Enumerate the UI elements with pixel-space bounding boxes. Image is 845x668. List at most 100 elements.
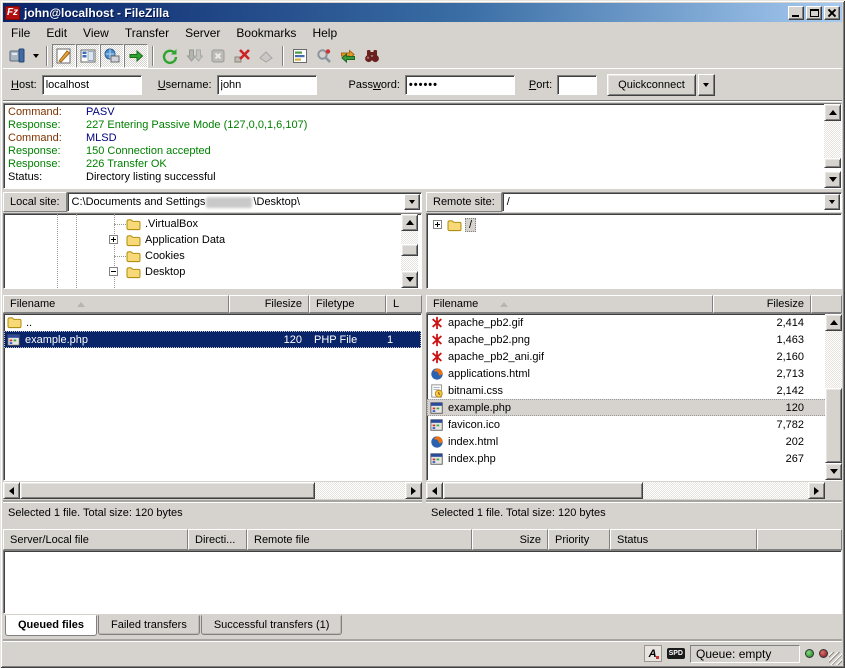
expand-plus-icon[interactable] [433, 220, 442, 229]
scroll-down-button[interactable] [825, 463, 842, 480]
file-row[interactable]: favicon.ico 7,782 [427, 416, 841, 433]
site-manager-dropdown[interactable] [29, 44, 42, 68]
column-status[interactable]: Status [610, 529, 757, 550]
scroll-thumb[interactable] [401, 244, 418, 256]
file-row[interactable]: index.php 267 [427, 450, 841, 467]
toggle-message-log-button[interactable] [52, 44, 76, 68]
menu-help[interactable]: Help [304, 24, 345, 42]
host-input[interactable] [42, 75, 142, 95]
quickconnect-dropdown[interactable] [698, 74, 715, 96]
username-label: Username: [158, 79, 212, 91]
remote-file-list[interactable]: apache_pb2.gif 2,414 apache_pb2.png 1,46… [426, 313, 842, 481]
column-direction[interactable]: Directi... [188, 529, 247, 550]
scroll-left-button[interactable] [3, 482, 20, 499]
column-filename[interactable]: Filename [426, 295, 713, 313]
remote-horizontal-scrollbar[interactable] [426, 482, 825, 499]
disconnect-button[interactable] [230, 44, 254, 68]
site-manager-button[interactable] [5, 44, 29, 68]
tree-item-root[interactable]: / [427, 217, 841, 233]
quickconnect-button[interactable]: Quickconnect [607, 74, 696, 96]
menu-server[interactable]: Server [177, 24, 228, 42]
data-type-indicator-icon[interactable]: A [644, 645, 662, 662]
menu-bookmarks[interactable]: Bookmarks [228, 24, 304, 42]
column-lastmodified[interactable]: L [386, 295, 422, 313]
menu-transfer[interactable]: Transfer [117, 24, 177, 42]
collapse-minus-icon[interactable] [109, 267, 118, 276]
close-button[interactable] [824, 6, 840, 20]
scroll-left-button[interactable] [426, 482, 443, 499]
expand-plus-icon[interactable] [109, 235, 118, 244]
file-row-example-php[interactable]: example.php 120 PHP File 1 [4, 331, 421, 348]
toggle-remote-tree-button[interactable] [100, 44, 124, 68]
remote-directory-tree[interactable]: / [426, 213, 842, 289]
scroll-up-button[interactable] [824, 104, 841, 121]
reconnect-button[interactable] [254, 44, 278, 68]
menu-file[interactable]: File [3, 24, 38, 42]
minimize-button[interactable] [788, 6, 804, 20]
column-remote-file[interactable]: Remote file [247, 529, 472, 550]
local-directory-tree[interactable]: .VirtualBox Application Data Cookies Des… [3, 213, 422, 289]
username-input[interactable] [217, 75, 317, 95]
tab-successful-transfers[interactable]: Successful transfers (1) [201, 615, 343, 635]
toggle-transfer-queue-button[interactable] [124, 44, 148, 68]
local-site-combo-dropdown[interactable] [404, 194, 420, 210]
local-site-combo[interactable]: C:\Documents and Settings\Desktop\ [67, 192, 422, 212]
column-server-local-file[interactable]: Server/Local file [3, 529, 188, 550]
remote-site-combo[interactable]: / [502, 192, 842, 212]
tree-item-virtualbox[interactable]: .VirtualBox [4, 216, 421, 232]
file-row-example-php[interactable]: example.php 120 [427, 399, 841, 416]
cancel-button[interactable] [206, 44, 230, 68]
resize-grip[interactable] [829, 652, 842, 665]
tree-item-application-data[interactable]: Application Data [4, 232, 421, 248]
port-input[interactable] [557, 75, 597, 95]
scroll-up-button[interactable] [825, 314, 842, 331]
directory-listing-filters-button[interactable] [288, 44, 312, 68]
tab-failed-transfers[interactable]: Failed transfers [98, 615, 200, 635]
scroll-down-button[interactable] [824, 171, 841, 188]
file-row[interactable]: apache_pb2_ani.gif 2,160 [427, 348, 841, 365]
titlebar[interactable]: Fz john@localhost - FileZilla [3, 3, 842, 22]
tab-queued-files[interactable]: Queued files [5, 615, 97, 636]
column-filetype[interactable]: Filetype [309, 295, 386, 313]
process-queue-button[interactable] [182, 44, 206, 68]
speed-limit-indicator-icon[interactable]: SPD [667, 648, 685, 659]
column-priority[interactable]: Priority [548, 529, 610, 550]
file-row-parent[interactable]: .. [4, 314, 421, 331]
scroll-up-button[interactable] [401, 214, 418, 231]
refresh-button[interactable] [158, 44, 182, 68]
column-filesize[interactable]: Filesize [713, 295, 811, 313]
local-file-list[interactable]: .. example.php 120 PHP File 1 [3, 313, 422, 481]
password-input[interactable] [405, 75, 515, 95]
file-row[interactable]: bitnami.css 2,142 [427, 382, 841, 399]
toggle-local-tree-button[interactable] [76, 44, 100, 68]
arrow-right-icon [411, 487, 416, 495]
toolbar-separator [282, 46, 284, 66]
scroll-thumb[interactable] [824, 158, 841, 168]
find-files-button[interactable] [360, 44, 384, 68]
directory-comparison-button[interactable] [312, 44, 336, 68]
column-filename[interactable]: Filename [3, 295, 229, 313]
column-filesize[interactable]: Filesize [229, 295, 309, 313]
local-horizontal-scrollbar[interactable] [3, 482, 422, 499]
transfer-queue-list[interactable] [3, 550, 842, 614]
remote-site-combo-dropdown[interactable] [824, 194, 840, 210]
scroll-right-button[interactable] [808, 482, 825, 499]
file-row[interactable]: apache_pb2.png 1,463 [427, 331, 841, 348]
menu-view[interactable]: View [75, 24, 117, 42]
scroll-thumb[interactable] [825, 388, 842, 463]
toolbar [3, 43, 842, 69]
html-file-icon [430, 435, 444, 449]
menu-edit[interactable]: Edit [38, 24, 75, 42]
scroll-right-button[interactable] [405, 482, 422, 499]
synchronized-browsing-button[interactable] [336, 44, 360, 68]
scroll-thumb[interactable] [443, 482, 643, 499]
scroll-down-button[interactable] [401, 271, 418, 288]
file-row[interactable]: index.html 202 [427, 433, 841, 450]
maximize-button[interactable] [806, 6, 822, 20]
tree-item-desktop[interactable]: Desktop [4, 264, 421, 280]
file-row[interactable]: applications.html 2,713 [427, 365, 841, 382]
file-row[interactable]: apache_pb2.gif 2,414 [427, 314, 841, 331]
scroll-thumb[interactable] [20, 482, 315, 499]
column-size[interactable]: Size [472, 529, 548, 550]
tree-item-cookies[interactable]: Cookies [4, 248, 421, 264]
